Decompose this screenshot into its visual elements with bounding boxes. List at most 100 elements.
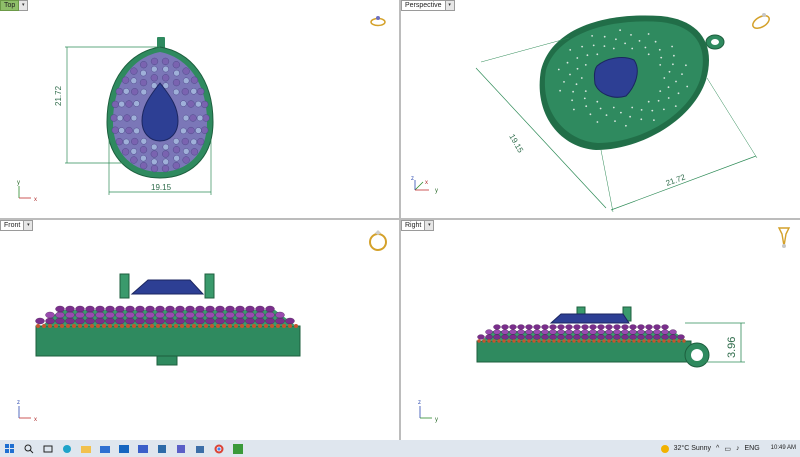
pave-stone [270,324,274,328]
viewport-front[interactable]: Front ▾ z x [0,220,399,440]
pave-stone [493,324,501,330]
pave-stone [487,339,491,343]
pave-stone [65,317,75,325]
store-icon[interactable] [194,443,205,454]
pave-stone [537,339,541,343]
pave-dot [624,42,626,45]
pave-stone [182,67,190,75]
edge-icon[interactable] [61,443,72,454]
pave-stone [597,339,601,343]
viewport-right[interactable]: Right ▾ 3.96 z y [401,220,800,440]
pave-stone [255,317,265,325]
pave-stone [140,138,148,145]
pave-stone [265,311,275,319]
pave-stone [161,57,170,66]
viewport-perspective[interactable]: Perspective ▾ 19.15 21.72 z x y [401,0,800,218]
pave-stone [294,324,298,328]
pave-dot [647,100,650,103]
pave-stone [677,339,681,343]
pave-stone [35,317,45,325]
pave-stone [65,305,75,313]
pave-stone [189,114,197,122]
pave-stone [533,334,541,340]
weather-icon[interactable] [660,444,669,453]
pave-stone [205,317,215,325]
pave-dot [596,53,599,56]
chrome-icon[interactable] [213,443,224,454]
front-view-scene: z x [17,230,387,423]
windows-start-icon[interactable] [4,443,15,454]
pave-stone [235,311,245,319]
pave-stone [541,324,549,330]
pave-stone [195,311,205,319]
clock[interactable]: 10:49 AM [766,445,796,452]
language-indicator[interactable]: ENG [744,445,759,452]
pave-stone [255,305,265,313]
clock-time: 10:49 AM [770,445,796,451]
outlook-icon[interactable] [118,443,129,454]
pave-stone [602,339,606,343]
pave-stone [135,305,145,313]
pave-stone [605,329,613,335]
pave-stone [172,146,181,154]
axis-x-label: x [425,180,428,186]
pave-dot [653,119,655,121]
mail-icon[interactable] [99,443,110,454]
pave-dot [672,63,674,66]
search-icon[interactable] [23,443,34,454]
pave-stone [121,148,130,156]
chevron-up-icon[interactable]: ^ [716,445,719,452]
rhino-icon[interactable] [232,443,243,454]
app-icon[interactable] [156,443,167,454]
pave-stone [642,339,646,343]
pave-stone [525,334,533,340]
pave-stone [629,324,637,330]
pave-stone [181,137,189,146]
pave-stone [123,138,130,146]
pave-stone [45,311,55,319]
pave-dot [596,100,599,103]
pave-dot [615,38,617,41]
pave-stone [165,311,175,319]
perspective-view-scene: 19.15 21.72 z x y [411,13,770,213]
pave-stone [75,311,85,319]
pave-stone [501,334,509,340]
photos-icon[interactable] [137,443,148,454]
pave-stone [172,78,181,87]
pave-stone [225,311,235,319]
file-explorer-icon[interactable] [80,443,91,454]
pave-dot [572,90,574,93]
pave-dot [686,85,689,88]
pave-stone [275,311,285,319]
teams-icon[interactable] [175,443,186,454]
viewport-top[interactable]: Top ▾ 21.72 19.15 y x [0,0,399,218]
pave-dot [557,68,560,71]
pave-dot [589,113,592,116]
pave-stone [155,317,165,325]
pave-stone [234,324,238,328]
pave-stone [105,305,115,313]
pave-stone [192,324,196,328]
pave-stone [527,339,531,343]
task-view-icon[interactable] [42,443,53,454]
pave-stone [605,324,613,330]
weather-text[interactable]: 32°C Sunny [674,445,711,452]
pave-stone [517,329,525,335]
pave-stone [85,305,95,313]
pave-stone [265,317,275,325]
prong-right-front [204,273,215,299]
volume-icon[interactable]: ♪ [736,445,740,452]
right-view-scene: 3.96 z y [418,227,791,423]
pave-dot [647,53,650,56]
pave-stone [245,311,255,319]
pave-stone [225,305,235,313]
pave-stone [613,324,621,330]
pave-stone [161,164,170,173]
pave-stone [36,324,40,328]
axis-y-label: y [435,417,438,423]
pave-stone [190,88,197,95]
network-icon[interactable]: ▭ [724,445,731,453]
pave-dot [584,90,587,92]
pave-stone [661,329,669,335]
pave-stone [517,324,525,330]
